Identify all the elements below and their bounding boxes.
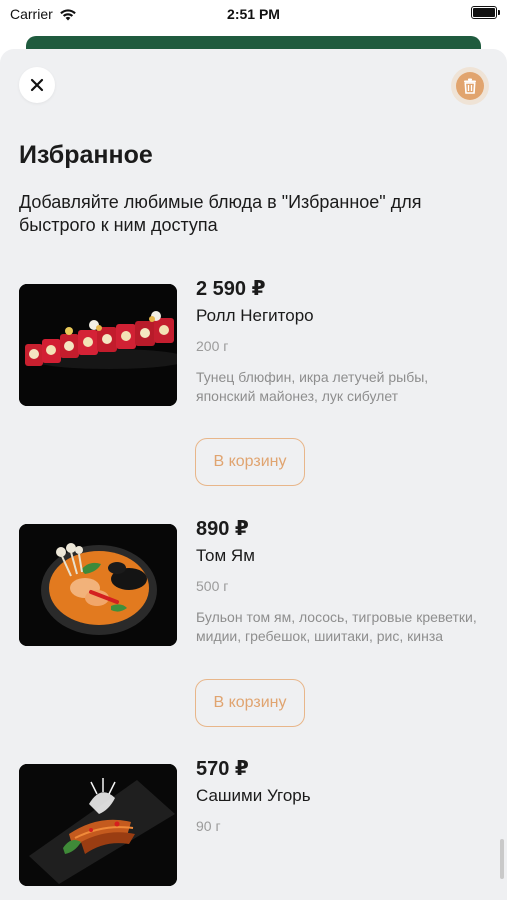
page-title: Избранное	[19, 141, 153, 169]
status-bar: Carrier 2:51 PM	[0, 0, 507, 30]
item-name[interactable]: Сашими Угорь	[196, 786, 311, 806]
add-to-cart-button[interactable]: В корзину	[195, 438, 305, 486]
item-price: 2 590 ₽	[196, 278, 266, 300]
scrollbar[interactable]	[500, 839, 504, 879]
trash-icon	[464, 78, 476, 94]
close-button[interactable]	[19, 67, 55, 103]
dish-image-tom-yam[interactable]	[19, 524, 177, 646]
dish-image-negitoro-roll[interactable]	[19, 284, 177, 406]
favorites-sheet: Избранное Добавляйте любимые блюда в "Из…	[0, 49, 507, 900]
item-weight: 200 г	[196, 338, 229, 354]
add-to-cart-button[interactable]: В корзину	[195, 679, 305, 727]
clear-favorites-button[interactable]	[451, 67, 489, 105]
item-name[interactable]: Том Ям	[196, 546, 255, 566]
item-price: 890 ₽	[196, 518, 249, 540]
item-weight: 90 г	[196, 818, 221, 834]
dish-image-sashimi-eel[interactable]	[19, 764, 177, 886]
status-time: 2:51 PM	[227, 6, 280, 22]
item-price: 570 ₽	[196, 758, 249, 780]
item-description: Тунец блюфин, икра летучей рыбы, японски…	[196, 369, 429, 404]
page-subtitle: Добавляйте любимые блюда в "Избранное" д…	[19, 192, 422, 235]
item-description: Бульон том ям, лосось, тигровые креветки…	[196, 609, 477, 644]
battery-icon	[471, 6, 500, 19]
close-icon	[30, 78, 44, 92]
item-weight: 500 г	[196, 578, 229, 594]
item-name[interactable]: Ролл Негиторо	[196, 306, 314, 326]
